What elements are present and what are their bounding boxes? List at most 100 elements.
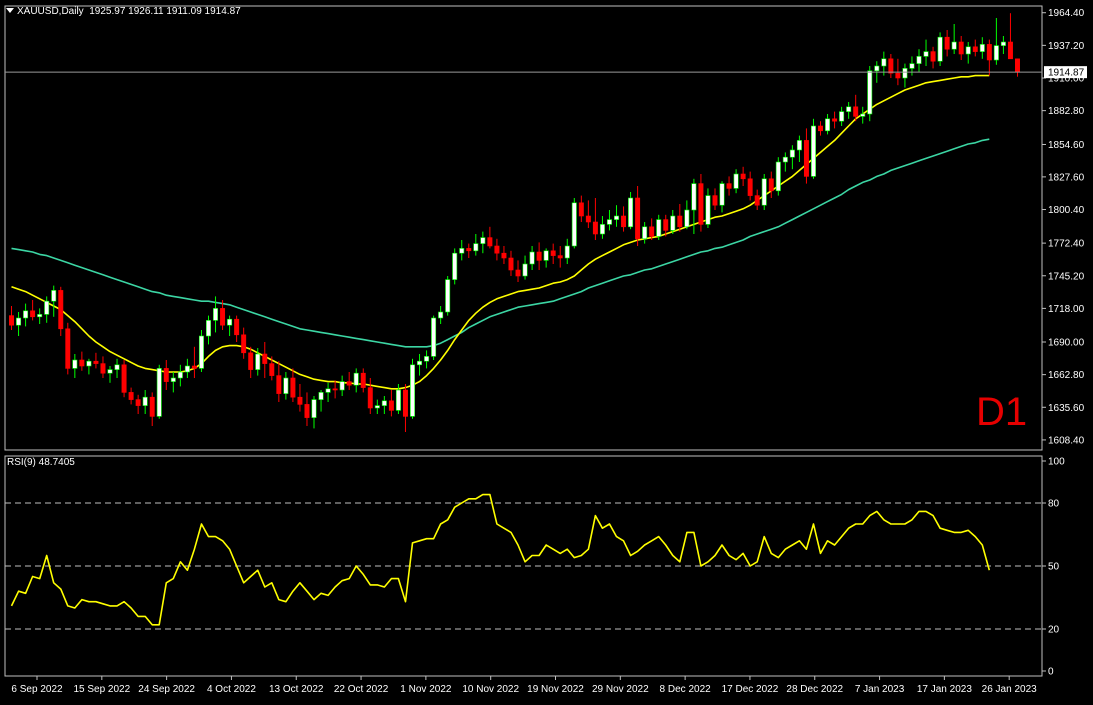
candle [37,308,43,324]
candles-series [9,13,1020,432]
candle-body [107,369,113,374]
candle [508,250,514,276]
candle [733,169,739,194]
candle-body [635,197,641,240]
candle-body [867,70,873,115]
candle-body [93,360,99,364]
candle [234,315,240,342]
candle-body [184,365,190,373]
candle-body [388,400,394,411]
candle-body [290,377,296,398]
candle [248,346,254,378]
time-tick-label: 22 Oct 2022 [334,684,389,695]
candle [466,243,472,258]
candle-body [30,310,36,318]
candle-body [578,202,584,217]
candle-body [937,36,943,62]
candle [951,24,957,54]
candle-body [346,381,352,386]
candle [550,243,556,264]
price-tick-label: 1964.40 [1048,8,1085,19]
candle [543,248,549,268]
candle [635,186,641,246]
candle [614,205,619,227]
candle-body [979,44,985,52]
candle-body [839,111,845,122]
candle [325,382,331,402]
candle [360,368,366,393]
time-tick-label: 28 Dec 2022 [786,684,843,695]
candle-body [726,183,732,189]
candle-body [606,219,612,225]
candle [839,106,845,126]
candle-body [958,41,964,55]
candle-body [438,311,444,319]
candle-body [431,317,437,357]
candle-body [276,375,282,394]
candle-body [156,368,162,417]
rsi-title: RSI(9) 48.7405 [7,457,75,468]
time-tick-label: 13 Oct 2022 [269,684,324,695]
candle [536,242,542,270]
candle-body [557,255,563,259]
candle-body [550,250,556,256]
candle-body [993,45,999,61]
candle-body [614,215,619,220]
candle-body [986,44,992,61]
candle [705,188,711,228]
candle-body [395,389,401,411]
candle [564,238,570,264]
candle-body [424,356,430,362]
candle [438,306,444,324]
price-tick-label: 1690.00 [1048,338,1085,349]
time-tick-label: 29 Nov 2022 [592,684,649,695]
candle-body [825,118,831,132]
candle [290,368,296,402]
candle [339,375,345,396]
candle-body [220,308,226,326]
price-tick-label: 1800.40 [1048,205,1085,216]
symbol-menu-icon[interactable] [6,8,14,13]
candle [571,198,577,249]
ma-fast-line [11,74,990,390]
candle-body [65,328,71,369]
candle [58,286,64,336]
ma-slow-series [11,138,990,348]
candle [297,384,303,412]
candle [719,181,725,213]
price-tick-label: 1772.40 [1048,239,1085,250]
candle-body [297,396,303,405]
price-tick-label: 1827.60 [1048,172,1085,183]
candle [206,315,211,345]
candle-body [445,279,451,313]
time-axis: 6 Sep 2022 15 Sep 2022 24 Sep 2022 4 Oct 20… [11,676,1037,695]
candle-body [417,360,423,366]
candle-body [621,215,627,228]
rsi-tick-label: 50 [1048,562,1060,573]
candle-body [332,388,338,391]
candle-body [283,377,289,394]
candle-body [775,161,781,192]
candle [986,39,992,76]
candle-body [874,65,880,72]
candle-body [269,363,275,376]
candle [628,192,634,230]
candle [44,296,50,323]
candle [424,350,430,369]
candle-body [1000,41,1006,46]
candle [318,390,324,412]
candle-body [740,173,746,180]
candle [529,246,535,270]
candle-body [44,300,50,315]
candle-body [339,381,345,391]
candle-body [367,387,373,409]
candle-body [311,399,317,418]
candle [156,364,162,419]
candle-body [241,334,247,354]
ma-slow-line [11,138,990,348]
candle [30,300,36,321]
price-tick-label: 1854.60 [1048,140,1085,151]
candle-body [487,237,493,247]
candle-body [599,224,605,235]
candle-body [810,125,816,177]
